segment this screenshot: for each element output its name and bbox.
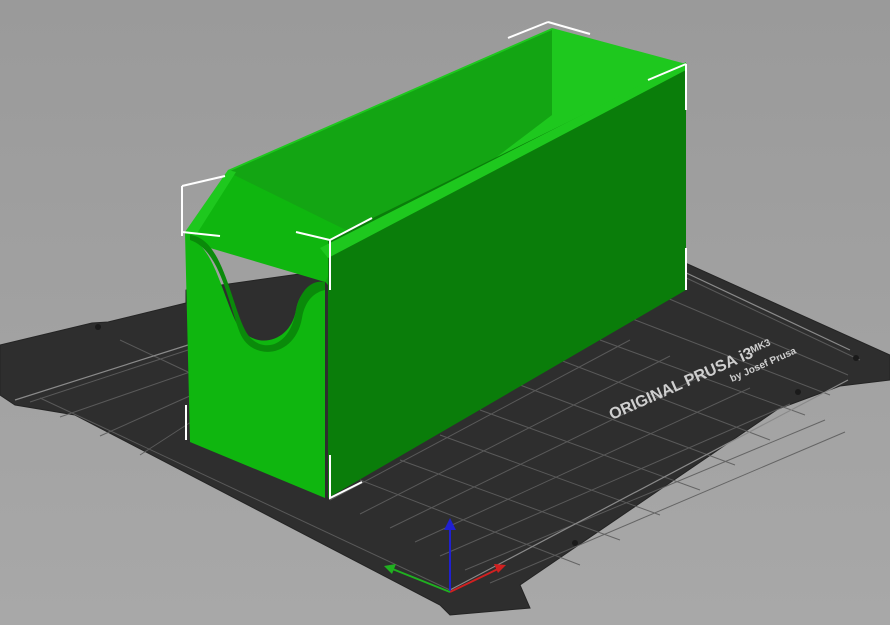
bed-hole [853, 355, 859, 361]
bed-hole [795, 389, 801, 395]
scene-canvas[interactable]: ORIGINAL PRUSA i3 MK3 by Josef Prusa [0, 0, 890, 625]
3d-viewport[interactable]: ORIGINAL PRUSA i3 MK3 by Josef Prusa [0, 0, 890, 625]
bed-hole [572, 540, 578, 546]
bed-hole [95, 324, 101, 330]
